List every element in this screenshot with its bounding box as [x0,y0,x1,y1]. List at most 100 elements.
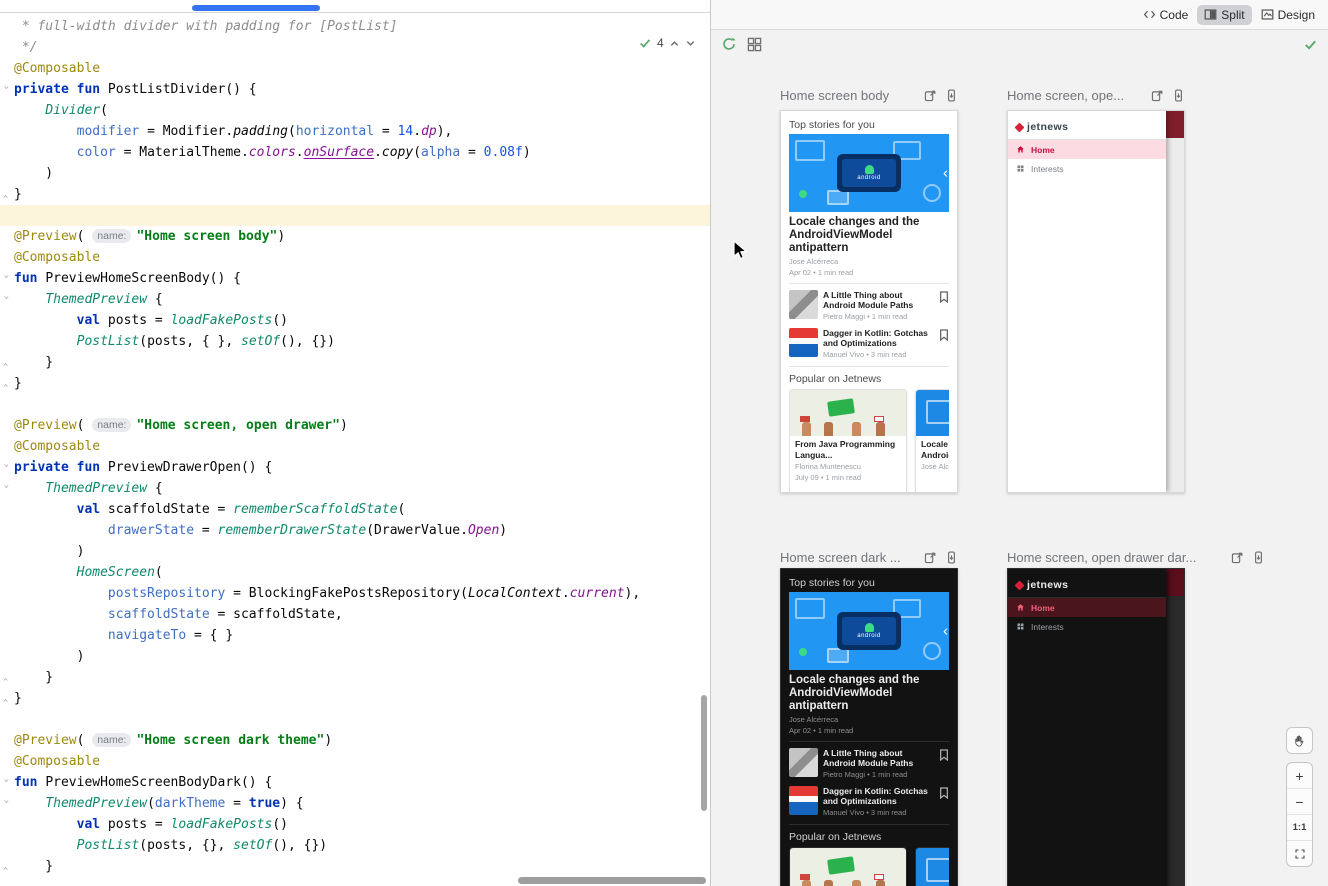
code-line[interactable]: color = MaterialTheme.colors.onSurface.c… [0,142,710,163]
mouse-cursor [733,240,748,261]
fold-marker-icon[interactable]: › [0,694,17,704]
prev-problem-chevron-icon[interactable] [669,38,680,49]
code-line[interactable]: ›} [0,688,710,709]
preview-card-home-screen-body[interactable]: Top stories for you android ‹ Locale cha… [780,110,958,493]
zoom-fit-button[interactable] [1287,841,1312,866]
code-line[interactable] [0,394,710,415]
run-on-device-icon[interactable] [945,89,958,102]
code-line[interactable]: ›fun PreviewHomeScreenBodyDark() { [0,772,710,793]
fold-marker-icon[interactable]: › [0,799,17,809]
drawer-item-interests: Interests [1008,159,1166,178]
code-line[interactable]: @Composable [0,751,710,772]
run-on-device-icon[interactable] [1252,551,1265,564]
fold-marker-icon[interactable]: › [0,862,17,872]
interactive-mode-icon[interactable] [1151,89,1164,102]
next-problem-chevron-icon[interactable] [685,38,696,49]
code-line[interactable]: › } [0,352,710,373]
inspections-widget[interactable]: 4 [634,34,700,52]
code-line[interactable]: val posts = loadFakePosts() [0,310,710,331]
code-line[interactable]: HomeScreen( [0,562,710,583]
caret-line[interactable] [0,205,710,226]
mode-design-button[interactable]: Design [1254,5,1322,25]
preview-card-open-drawer[interactable]: jetnews Home Interests [1007,110,1185,493]
code-line[interactable]: › } [0,856,710,877]
code-line[interactable]: */ [0,37,710,58]
fold-marker-icon[interactable]: › [0,673,17,683]
popular-card: From Java Programming Langua... Florina … [789,389,907,493]
preview-card-open-drawer-dark[interactable]: jetnews Home Interests [1007,568,1185,886]
fold-marker-icon[interactable]: › [0,190,17,200]
code-line[interactable]: › ThemedPreview { [0,289,710,310]
mode-split-button[interactable]: Split [1197,5,1251,25]
jetnews-logo-mark [1015,580,1025,590]
interactive-mode-icon[interactable] [924,551,937,564]
code-line[interactable]: ) [0,646,710,667]
list-item: Dagger in Kotlin: Gotchas and Optimizati… [789,786,949,817]
fold-marker-icon[interactable]: › [0,379,17,389]
fold-marker-icon[interactable]: › [0,463,17,473]
bookmark-icon [939,291,949,303]
article-thumbnail [789,786,818,815]
fold-marker-icon[interactable]: › [0,295,17,305]
code-line[interactable]: PostList(posts, {}, setOf(), {}) [0,835,710,856]
mode-code-button[interactable]: Code [1136,5,1196,25]
run-on-device-icon[interactable] [1172,89,1185,102]
code-line[interactable]: PostList(posts, { }, setOf(), {}) [0,331,710,352]
code-line[interactable]: ›} [0,184,710,205]
pan-icon [1292,733,1307,748]
code-editor[interactable]: * full-width divider with padding for [P… [0,13,710,886]
code-line[interactable]: › ThemedPreview { [0,478,710,499]
fold-marker-icon[interactable]: › [0,484,17,494]
interactive-mode-icon[interactable] [1231,551,1244,564]
code-line[interactable]: ›fun PreviewHomeScreenBody() { [0,268,710,289]
fold-marker-icon[interactable]: › [0,778,17,788]
code-line[interactable]: ) [0,163,710,184]
code-line[interactable]: scaffoldState = scaffoldState, [0,604,710,625]
zoom-out-button[interactable]: − [1287,789,1312,815]
editor-vertical-scrollbar[interactable] [701,695,707,811]
zoom-actual-size-button[interactable]: 1:1 [1287,815,1312,841]
code-line[interactable]: ›} [0,373,710,394]
code-line[interactable]: ) [0,541,710,562]
code-line[interactable]: @Preview( name:"Home screen, open drawer… [0,415,710,436]
code-line[interactable]: ›private fun PreviewDrawerOpen() { [0,457,710,478]
code-line[interactable]: @Preview( name:"Home screen body") [0,226,710,247]
preview-title-row-3: Home screen dark ... [780,549,958,565]
navigation-drawer: jetnews Home Interests [1008,569,1166,886]
refresh-previews-icon[interactable] [721,36,737,52]
code-line[interactable]: val posts = loadFakePosts() [0,814,710,835]
app-bar-strip [1164,569,1184,596]
drawer-item-interests: Interests [1008,617,1166,636]
code-line[interactable]: Divider( [0,100,710,121]
code-line[interactable]: @Composable [0,58,710,79]
run-on-device-icon[interactable] [945,551,958,564]
zoom-in-button[interactable]: + [1287,763,1312,789]
fold-marker-icon[interactable]: › [0,274,17,284]
design-mode-icon [1261,8,1274,21]
code-line[interactable] [0,709,710,730]
mode-code-label: Code [1160,8,1189,22]
code-line[interactable]: postsRepository = BlockingFakePostsRepos… [0,583,710,604]
fold-marker-icon[interactable]: › [0,85,17,95]
preview-card-home-screen-dark[interactable]: Top stories for you android ‹ Locale cha… [780,568,958,886]
code-line[interactable]: * full-width divider with padding for [P… [0,16,710,37]
code-line[interactable]: navigateTo = { } [0,625,710,646]
code-line[interactable]: ›private fun PostListDivider() { [0,79,710,100]
code-lines[interactable]: * full-width divider with padding for [P… [0,16,710,877]
code-line[interactable]: val scaffoldState = rememberScaffoldStat… [0,499,710,520]
code-line[interactable]: drawerState = rememberDrawerState(Drawer… [0,520,710,541]
editor-horizontal-scrollbar[interactable] [518,877,706,884]
code-line[interactable]: › } [0,667,710,688]
carousel-prev-icon: ‹ [943,166,948,181]
code-line[interactable]: › ThemedPreview(darkTheme = true) { [0,793,710,814]
code-line[interactable]: @Composable [0,436,710,457]
inlay-hint: name: [92,733,131,747]
interactive-mode-icon[interactable] [924,89,937,102]
fold-marker-icon[interactable]: › [0,358,17,368]
pan-button[interactable] [1286,727,1313,754]
active-tab-indicator[interactable] [192,5,320,11]
view-options-icon[interactable] [747,37,762,52]
code-line[interactable]: @Composable [0,247,710,268]
code-line[interactable]: modifier = Modifier.padding(horizontal =… [0,121,710,142]
code-line[interactable]: @Preview( name:"Home screen dark theme") [0,730,710,751]
